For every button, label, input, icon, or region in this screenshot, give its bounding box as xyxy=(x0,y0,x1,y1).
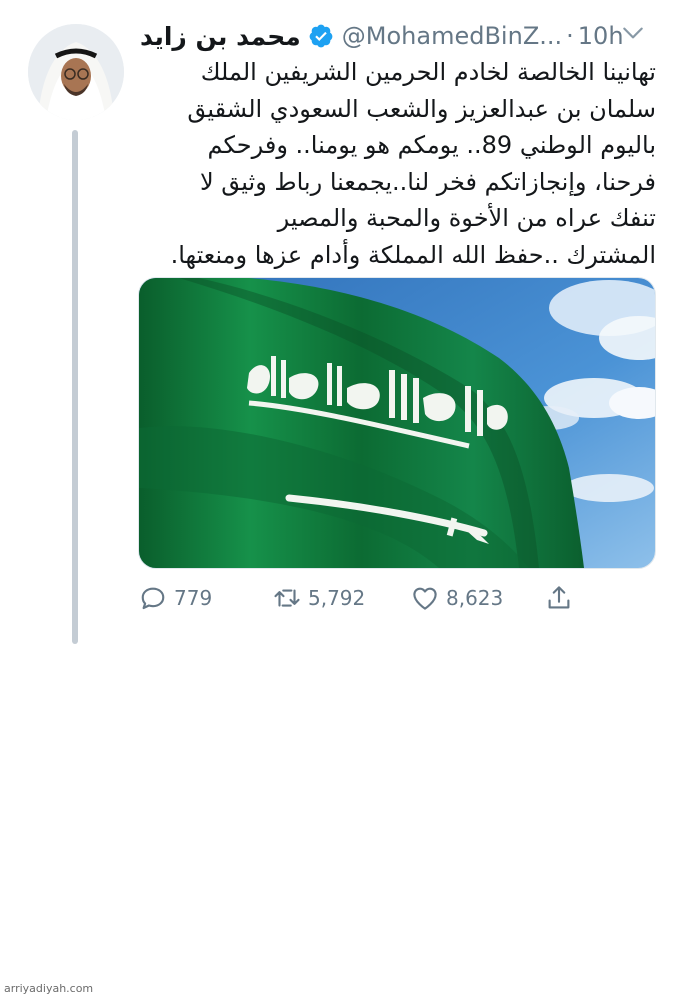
retweet-icon xyxy=(274,589,300,607)
display-name[interactable]: محمد بن زايد xyxy=(140,22,301,51)
timestamp[interactable]: 10h xyxy=(578,22,624,50)
separator-dot: · xyxy=(566,22,574,50)
tweet-header: محمد بن زايد @MohamedBinZ... · 10h xyxy=(140,16,660,56)
site-watermark: arriyadiyah.com xyxy=(4,982,94,995)
like-count: 8,623 xyxy=(446,586,504,610)
retweet-count: 5,792 xyxy=(308,586,366,610)
like-button[interactable]: 8,623 xyxy=(410,580,503,616)
thread-line xyxy=(72,130,78,644)
tweet-actions: 779 5,792 8,623 xyxy=(138,580,658,616)
reply-icon xyxy=(141,587,165,610)
user-handle[interactable]: @MohamedBinZ... xyxy=(342,22,562,50)
verified-badge-icon xyxy=(309,24,333,48)
share-icon xyxy=(548,586,570,609)
tweet-text-line: باليوم الوطني 89.. يومكم هو يومنا.. وفرح… xyxy=(207,131,656,159)
tweet-text-line: تهانينا الخالصة لخادم الحرمين الشريفين ا… xyxy=(200,58,656,86)
tweet-text: تهانينا الخالصة لخادم الحرمين الشريفين ا… xyxy=(140,54,656,273)
reply-button[interactable]: 779 xyxy=(138,580,212,616)
tweet[interactable]: محمد بن زايد @MohamedBinZ... · 10h تهاني… xyxy=(0,0,684,1000)
tweet-media-image[interactable] xyxy=(138,277,656,569)
heart-icon xyxy=(413,587,437,610)
avatar[interactable] xyxy=(28,24,124,120)
tweet-text-line: سلمان بن عبدالعزيز والشعب السعودي الشقيق xyxy=(187,94,656,123)
retweet-button[interactable]: 5,792 xyxy=(272,580,365,616)
saudi-flag-image xyxy=(139,278,655,568)
tweet-text-line: فرحنا، وإنجازاتكم فخر لنا..يجمعنا رباط و… xyxy=(199,167,656,196)
share-button[interactable] xyxy=(544,580,580,616)
tweet-text-line: المشترك ..حفظ الله المملكة وأدام عزها وم… xyxy=(170,240,656,269)
tweet-text-line: تنفك عراه من الأخوة والمحبة والمصير xyxy=(277,204,656,232)
reply-count: 779 xyxy=(174,586,213,610)
avatar-portrait-image xyxy=(28,24,124,120)
chevron-down-icon[interactable] xyxy=(620,20,646,46)
